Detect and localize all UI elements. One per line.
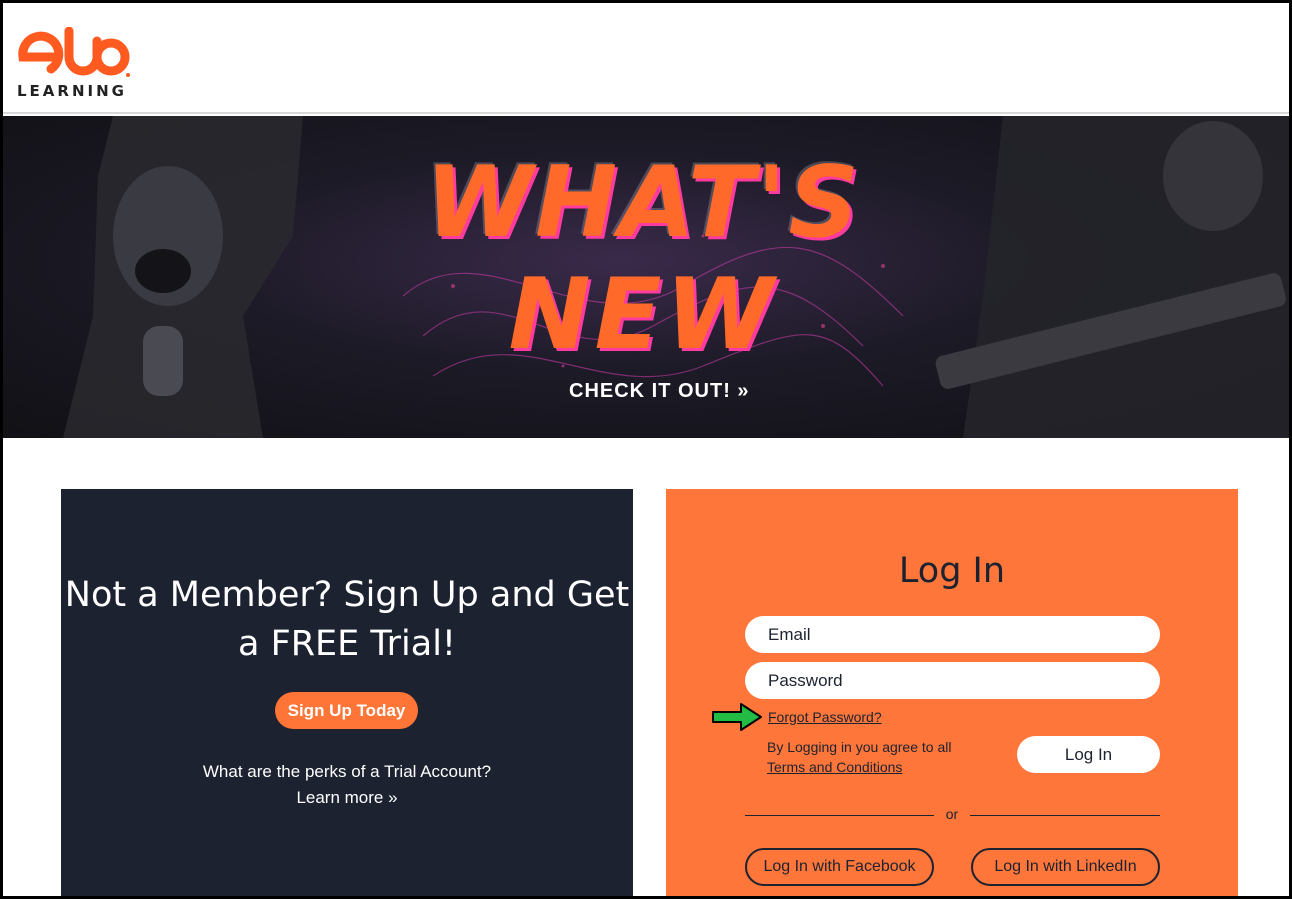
login-with-facebook-button[interactable]: Log In with Facebook <box>745 848 934 886</box>
login-title: Log In <box>898 551 1006 591</box>
logo-wordmark: LEARNING <box>17 82 127 100</box>
sign-up-today-button[interactable]: Sign Up Today <box>275 692 418 729</box>
signup-heading: Not a Member? Sign Up and Get a FREE Tri… <box>64 575 630 664</box>
elb-logo-mark-icon <box>18 27 130 77</box>
divider-left <box>745 815 934 816</box>
hero-title-line1: WHAT'S <box>424 146 861 260</box>
elb-logo[interactable]: LEARNING <box>15 27 135 103</box>
trial-perks-question: What are the perks of a Trial Account? <box>202 762 492 781</box>
trial-perks: What are the perks of a Trial Account? L… <box>61 759 633 811</box>
login-panel: Log In Forgot Password? By Logging in yo… <box>666 489 1238 899</box>
log-in-button[interactable]: Log In <box>1017 736 1160 773</box>
check-it-out-link[interactable]: CHECK IT OUT! » <box>569 380 750 403</box>
forgot-password-link[interactable]: Forgot Password? <box>768 709 882 725</box>
login-with-linkedin-button[interactable]: Log In with LinkedIn <box>971 848 1160 886</box>
hero-title-line2: NEW <box>508 258 778 372</box>
learn-more-link[interactable]: Learn more » <box>61 785 633 811</box>
whats-new-banner[interactable]: WHAT'S NEW CHECK IT OUT! » <box>3 116 1289 438</box>
terms-and-conditions-link[interactable]: Terms and Conditions <box>767 759 902 775</box>
site-header: LEARNING <box>3 3 1289 114</box>
terms-agreement: By Logging in you agree to all Terms and… <box>767 737 951 777</box>
signup-panel: Not a Member? Sign Up and Get a FREE Tri… <box>61 489 633 899</box>
or-separator: or <box>945 806 959 822</box>
password-field[interactable] <box>745 662 1160 699</box>
green-arrow-annotation-icon <box>712 703 762 731</box>
divider-right <box>970 815 1160 816</box>
email-field[interactable] <box>745 616 1160 653</box>
terms-agreement-text: By Logging in you agree to all <box>767 739 952 755</box>
whats-new-title: WHAT'S NEW <box>383 154 903 364</box>
